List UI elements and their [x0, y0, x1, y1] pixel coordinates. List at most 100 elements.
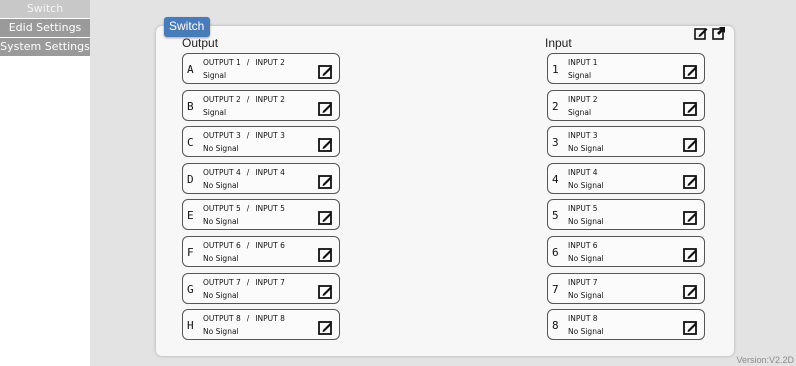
output-1-status: Signal [203, 71, 227, 80]
input-2-box[interactable]: 2 INPUT 2 Signal [547, 89, 705, 121]
edit-all-icon[interactable] [694, 26, 708, 40]
output-2-title: OUTPUT 2 / INPUT 2 [203, 95, 285, 104]
output-3-name: OUTPUT 3 [203, 131, 241, 141]
output-5-separator: / [246, 204, 250, 214]
edit-icon[interactable] [318, 64, 333, 79]
output-7-box[interactable]: G OUTPUT 7 / INPUT 7 No Signal [182, 272, 340, 304]
edit-icon[interactable] [683, 101, 698, 116]
output-7-status: No Signal [203, 290, 239, 300]
input-5-box[interactable]: 5 INPUT 5 No Signal [547, 199, 705, 231]
input-8-title: INPUT 8 [568, 314, 598, 323]
output-1-separator: / [246, 58, 250, 67]
output-8-source: INPUT 8 [255, 314, 285, 324]
input-1-status: Signal [568, 71, 592, 80]
input-6-name: INPUT 6 [568, 241, 598, 250]
output-3-box[interactable]: C OUTPUT 3 / INPUT 3 No Signal [182, 126, 340, 158]
output-6-label: F [187, 246, 194, 259]
input-7-box[interactable]: 7 INPUT 7 No Signal [547, 272, 705, 304]
output-1-title: OUTPUT 1 / INPUT 2 [203, 58, 285, 67]
edit-icon[interactable] [318, 284, 333, 299]
edit-icon[interactable] [683, 320, 698, 336]
edit-icon[interactable] [318, 137, 333, 153]
input-2-name: INPUT 2 [568, 94, 598, 104]
input-5-status: No Signal [568, 217, 604, 227]
edit-icon[interactable] [683, 247, 698, 262]
output-6-name: OUTPUT 6 [203, 241, 241, 250]
output-5-source: INPUT 5 [255, 204, 285, 214]
output-8-status: No Signal [203, 327, 239, 337]
input-1-label: 1 [552, 63, 559, 76]
version-label: Version:V2.2D [736, 355, 794, 365]
output-7-name: OUTPUT 7 [203, 277, 241, 287]
input-6-box[interactable]: 6 INPUT 6 No Signal [547, 236, 705, 267]
output-6-box[interactable]: F OUTPUT 6 / INPUT 6 No Signal [182, 236, 340, 267]
input-4-name: INPUT 4 [568, 167, 598, 177]
input-5-name: INPUT 5 [568, 204, 598, 214]
input-2-label: 2 [552, 99, 559, 113]
input-8-box[interactable]: 8 INPUT 8 No Signal [547, 309, 705, 341]
input-3-name: INPUT 3 [568, 131, 598, 141]
output-6-source: INPUT 6 [255, 241, 285, 250]
input-3-box[interactable]: 3 INPUT 3 No Signal [547, 126, 705, 158]
output-5-label: E [187, 209, 194, 223]
input-column-title: Input [545, 36, 572, 50]
edit-icon[interactable] [318, 174, 333, 189]
output-2-label: B [187, 99, 194, 113]
input-4-title: INPUT 4 [568, 168, 598, 177]
input-8-name: INPUT 8 [568, 314, 598, 324]
edit-icon[interactable] [683, 284, 698, 299]
output-6-title: OUTPUT 6 / INPUT 6 [203, 241, 285, 250]
output-3-label: C [187, 136, 194, 150]
panel-tab-switch: Switch [164, 17, 210, 37]
input-7-name: INPUT 7 [568, 277, 598, 287]
output-7-title: OUTPUT 7 / INPUT 7 [203, 278, 285, 287]
output-4-box[interactable]: D OUTPUT 4 / INPUT 4 No Signal [182, 162, 340, 194]
edit-icon[interactable] [683, 174, 698, 189]
output-column-title: Output [182, 36, 219, 50]
side-nav: Switch Edid Settings System Settings [0, 0, 90, 57]
output-2-name: OUTPUT 2 [203, 94, 241, 104]
input-6-status: No Signal [568, 254, 604, 263]
nav-item-switch[interactable]: Switch [0, 0, 90, 18]
output-1-source: INPUT 2 [255, 58, 285, 67]
output-7-separator: / [246, 277, 250, 287]
output-3-separator: / [246, 131, 250, 141]
input-7-label: 7 [552, 282, 559, 296]
input-7-title: INPUT 7 [568, 278, 598, 287]
output-6-status: No Signal [203, 254, 239, 263]
input-1-box[interactable]: 1 INPUT 1 Signal [547, 53, 705, 84]
edit-icon[interactable] [683, 137, 698, 153]
nav-item-edid-settings[interactable]: Edid Settings [0, 19, 90, 37]
input-6-title: INPUT 6 [568, 241, 598, 250]
input-7-status: No Signal [568, 290, 604, 300]
open-external-icon[interactable] [712, 26, 726, 40]
input-1-title: INPUT 1 [568, 58, 598, 67]
edit-icon[interactable] [318, 210, 333, 226]
input-5-title: INPUT 5 [568, 204, 598, 213]
edit-icon[interactable] [318, 101, 333, 116]
output-5-status: No Signal [203, 217, 239, 227]
edit-icon[interactable] [683, 210, 698, 226]
output-3-status: No Signal [203, 144, 239, 154]
edit-icon[interactable] [683, 64, 698, 79]
output-1-box[interactable]: A OUTPUT 1 / INPUT 2 Signal [182, 53, 340, 84]
output-1-label: A [187, 63, 194, 76]
input-4-status: No Signal [568, 180, 604, 190]
input-4-label: 4 [552, 172, 559, 186]
output-4-label: D [187, 172, 194, 186]
output-2-box[interactable]: B OUTPUT 2 / INPUT 2 Signal [182, 89, 340, 121]
output-3-title: OUTPUT 3 / INPUT 3 [203, 131, 285, 140]
edit-icon[interactable] [318, 320, 333, 336]
nav-item-system-settings[interactable]: System Settings [0, 38, 90, 56]
output-8-box[interactable]: H OUTPUT 8 / INPUT 8 No Signal [182, 309, 340, 341]
output-6-separator: / [246, 241, 250, 250]
edit-icon[interactable] [318, 247, 333, 262]
output-8-name: OUTPUT 8 [203, 314, 241, 324]
output-1-name: OUTPUT 1 [203, 58, 241, 67]
output-8-title: OUTPUT 8 / INPUT 8 [203, 314, 285, 323]
input-4-box[interactable]: 4 INPUT 4 No Signal [547, 162, 705, 194]
output-3-source: INPUT 3 [255, 131, 285, 141]
output-4-title: OUTPUT 4 / INPUT 4 [203, 168, 285, 177]
output-8-label: H [187, 319, 194, 333]
output-5-box[interactable]: E OUTPUT 5 / INPUT 5 No Signal [182, 199, 340, 231]
